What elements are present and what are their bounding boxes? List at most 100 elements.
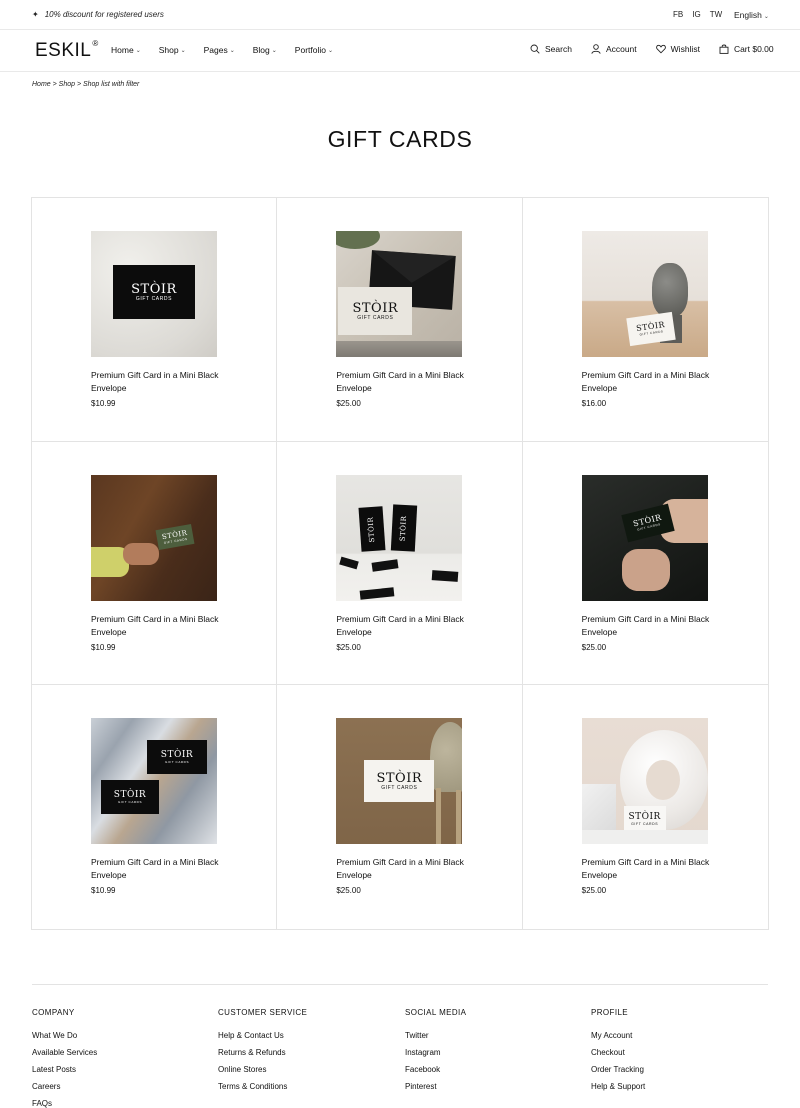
- footer-link[interactable]: Pinterest: [405, 1082, 466, 1099]
- nav-label: Home: [111, 45, 134, 55]
- footer-link[interactable]: Careers: [32, 1082, 97, 1099]
- shopping-bag-icon: [719, 44, 729, 54]
- search-button[interactable]: Search: [530, 44, 572, 54]
- product-image[interactable]: STÒIR GIFT CARDS: [336, 231, 463, 357]
- nav-item-shop[interactable]: Shop ⌄: [159, 45, 186, 55]
- account-button[interactable]: Account: [591, 44, 637, 54]
- wishlist-label: Wishlist: [670, 44, 700, 54]
- footer-link[interactable]: Terms & Conditions: [218, 1082, 307, 1099]
- product-price: $10.99: [91, 886, 116, 896]
- nav-item-portfolio[interactable]: Portfolio ⌄: [295, 45, 333, 55]
- product-image[interactable]: STÒIR GIFT CARDS: [336, 718, 463, 845]
- promo-text: 10% discount for registered users: [44, 10, 164, 19]
- footer-link[interactable]: Twitter: [405, 1031, 466, 1048]
- chair-leg: [436, 788, 442, 845]
- social-link-fb[interactable]: FB: [673, 10, 683, 19]
- nav-label: Portfolio: [294, 45, 326, 55]
- sparkle-icon: ✦: [32, 10, 39, 19]
- social-link-tw[interactable]: TW: [710, 10, 722, 19]
- footer-link[interactable]: What We Do: [32, 1031, 97, 1048]
- product-image[interactable]: STÒIR GIFT CARDS STÒIR GIFT CARDS: [91, 718, 217, 845]
- product-card[interactable]: STÒIR GIFT CARDS Premium Gift Card in a …: [522, 442, 768, 686]
- product-image[interactable]: STÒIR GIFT CARDS: [581, 474, 708, 601]
- product-price: $25.00: [581, 642, 607, 652]
- nav-item-blog[interactable]: Blog ⌄: [253, 45, 277, 55]
- page-title: GIFT CARDS: [327, 126, 473, 152]
- product-card[interactable]: STÒIR GIFT CARDS Premium Gift Card in a …: [277, 685, 523, 929]
- language-selector[interactable]: English ⌄: [734, 10, 769, 20]
- footer-link[interactable]: Latest Posts: [32, 1065, 97, 1082]
- breadcrumb[interactable]: Home > Shop > Shop list with filter: [32, 81, 139, 88]
- product-name[interactable]: Premium Gift Card in a Mini Black Envelo…: [91, 369, 221, 395]
- footer-link[interactable]: Order Tracking: [591, 1065, 645, 1082]
- product-image[interactable]: STÒIR GIFT CARDS: [581, 231, 708, 357]
- nav-item-home[interactable]: Home ⌄: [111, 45, 141, 55]
- footer-link[interactable]: Help & Contact Us: [218, 1031, 307, 1048]
- card-sub-text: GIFT CARDS: [631, 821, 659, 826]
- card-sub-text: GIFT CARDS: [357, 314, 394, 321]
- footer-link[interactable]: My Account: [591, 1031, 645, 1048]
- product-name[interactable]: Premium Gift Card in a Mini Black Envelo…: [582, 856, 712, 882]
- card-brand-text: STÒIR: [131, 281, 177, 297]
- vase-hole: [645, 760, 680, 801]
- footer-link[interactable]: Checkout: [591, 1048, 645, 1065]
- product-image[interactable]: STÒIR GIFT CARDS: [91, 231, 217, 357]
- footer-link[interactable]: Instagram: [405, 1048, 466, 1065]
- product-price: $25.00: [581, 886, 607, 896]
- user-icon: [591, 44, 601, 54]
- product-card[interactable]: STÒIR GIFT CARDS STÒIR GIFT CARDS Premiu…: [32, 685, 278, 929]
- footer-link[interactable]: Returns & Refunds: [218, 1048, 307, 1065]
- product-image[interactable]: STÒIR GIFT CARDS: [91, 474, 217, 601]
- product-grid: STÒIR GIFT CARDS Premium Gift Card in a …: [31, 197, 769, 930]
- product-name[interactable]: Premium Gift Card in a Mini Black Envelo…: [91, 613, 221, 639]
- product-card[interactable]: STÒIR GIFT CARDS Premium Gift Card in a …: [523, 685, 768, 929]
- footer-link[interactable]: Help & Support: [591, 1082, 645, 1099]
- footer-heading: PROFILE: [591, 1008, 629, 1017]
- product-name[interactable]: Premium Gift Card in a Mini Black Envelo…: [336, 856, 466, 882]
- footer-heading: SOCIAL MEDIA: [405, 1008, 467, 1017]
- gift-card-graphic: STÒIR GIFT CARDS: [113, 265, 195, 319]
- footer-column-profile: PROFILE My Account Checkout Order Tracki…: [591, 1008, 645, 1099]
- hand: [621, 548, 670, 591]
- product-name[interactable]: Premium Gift Card in a Mini Black Envelo…: [91, 856, 221, 882]
- chevron-down-icon: ⌄: [180, 47, 186, 54]
- footer-heading: COMPANY: [32, 1008, 75, 1017]
- chevron-down-icon: ⌄: [229, 47, 235, 54]
- chevron-down-icon: ⌄: [135, 47, 141, 54]
- card-brand-text: STÒIR: [160, 749, 194, 760]
- gift-card-graphic: STÒIR GIFT CARDS: [155, 523, 195, 550]
- cart-button[interactable]: Cart $0.00: [719, 44, 774, 54]
- product-card[interactable]: STÒIR GIFT CARDS Premium Gift Card in a …: [522, 198, 768, 442]
- card-brand-text: STÒIR: [628, 811, 661, 822]
- product-name[interactable]: Premium Gift Card in a Mini Black Envelo…: [582, 369, 712, 395]
- sculpture-head: [651, 263, 688, 317]
- footer-column-company: COMPANY What We Do Available Services La…: [32, 1008, 97, 1108]
- product-card[interactable]: STÒIR GIFT CARDS Premium Gift Card in a …: [32, 198, 278, 442]
- product-image[interactable]: STÒIR GIFT CARDS: [581, 718, 708, 845]
- product-name[interactable]: Premium Gift Card in a Mini Black Envelo…: [336, 369, 466, 395]
- card-sub-text: GIFT CARDS: [164, 759, 190, 764]
- product-name[interactable]: Premium Gift Card in a Mini Black Envelo…: [582, 613, 712, 639]
- wishlist-button[interactable]: Wishlist: [655, 44, 700, 54]
- product-image[interactable]: STÒIR STÒIR: [336, 474, 463, 601]
- nav-label: Pages: [203, 45, 228, 55]
- product-card[interactable]: STÒIR GIFT CARDS Premium Gift Card in a …: [32, 441, 278, 686]
- heart-icon: [655, 44, 666, 54]
- footer-link[interactable]: Online Stores: [218, 1065, 307, 1082]
- gift-card-graphic: STÒIR GIFT CARDS: [101, 780, 159, 815]
- footer-link[interactable]: FAQs: [32, 1099, 97, 1108]
- social-link-ig[interactable]: IG: [692, 10, 700, 19]
- product-card[interactable]: STÒIR GIFT CARDS Premium Gift Card in a …: [277, 198, 523, 442]
- search-label: Search: [545, 44, 572, 54]
- chevron-down-icon: ⌄: [271, 47, 277, 54]
- product-price: $10.99: [91, 399, 116, 408]
- product-card[interactable]: STÒIR STÒIR Premium Gift Card in a Mini …: [277, 441, 523, 686]
- product-name[interactable]: Premium Gift Card in a Mini Black Envelo…: [336, 613, 466, 639]
- footer-link[interactable]: Facebook: [405, 1065, 466, 1082]
- card-brand-text: STÒIR: [352, 300, 399, 316]
- marble-base: [581, 830, 708, 845]
- footer-link[interactable]: Available Services: [32, 1048, 97, 1065]
- site-logo[interactable]: ESKIL®: [35, 39, 99, 62]
- nav-item-pages[interactable]: Pages ⌄: [204, 45, 235, 55]
- card-brand-text: STÒIR: [399, 514, 409, 541]
